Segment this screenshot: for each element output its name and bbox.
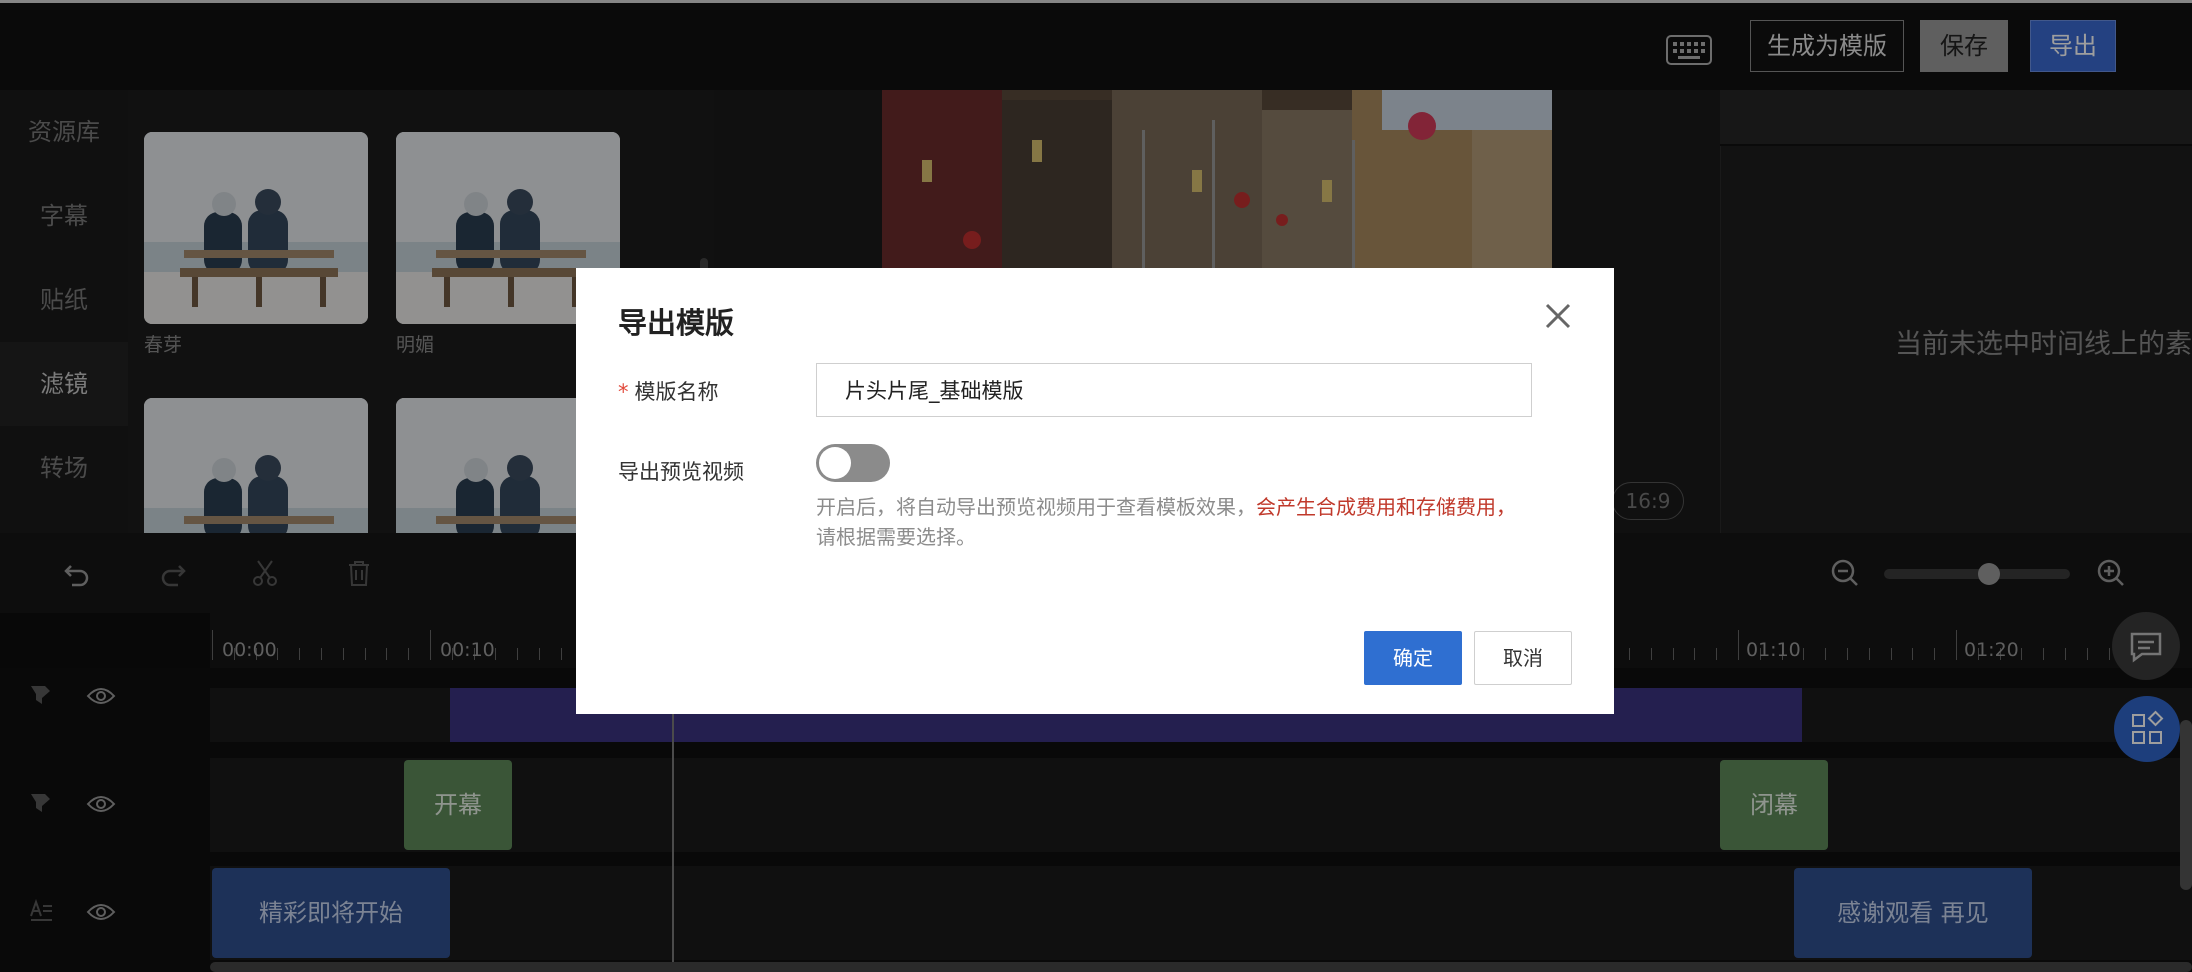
template-name-label-text: 模版名称: [634, 380, 719, 404]
export-preview-hint: 开启后，将自动导出预览视频用于查看模板效果，会产生合成费用和存储费用， 请根据需要…: [816, 492, 1536, 552]
cancel-button[interactable]: 取消: [1474, 631, 1572, 685]
export-preview-toggle[interactable]: [816, 444, 890, 482]
close-icon[interactable]: [1542, 300, 1574, 332]
toggle-knob: [819, 447, 851, 479]
confirm-button[interactable]: 确定: [1364, 631, 1462, 685]
template-name-input[interactable]: [816, 363, 1532, 417]
export-template-dialog: 导出模版 *模版名称 导出预览视频 开启后，将自动导出预览视频用于查看模板效果，…: [576, 268, 1614, 714]
hint-tail-text: 请根据需要选择。: [816, 525, 976, 549]
hint-text: 开启后，将自动导出预览视频用于查看模板效果，: [816, 495, 1256, 519]
export-preview-label: 导出预览视频: [618, 460, 744, 484]
template-name-label: * 模版名称: [618, 376, 719, 406]
hint-warning-text: 会产生合成费用和存储费用，: [1256, 495, 1516, 519]
dialog-title: 导出模版: [618, 306, 735, 340]
required-mark: *: [618, 380, 629, 404]
